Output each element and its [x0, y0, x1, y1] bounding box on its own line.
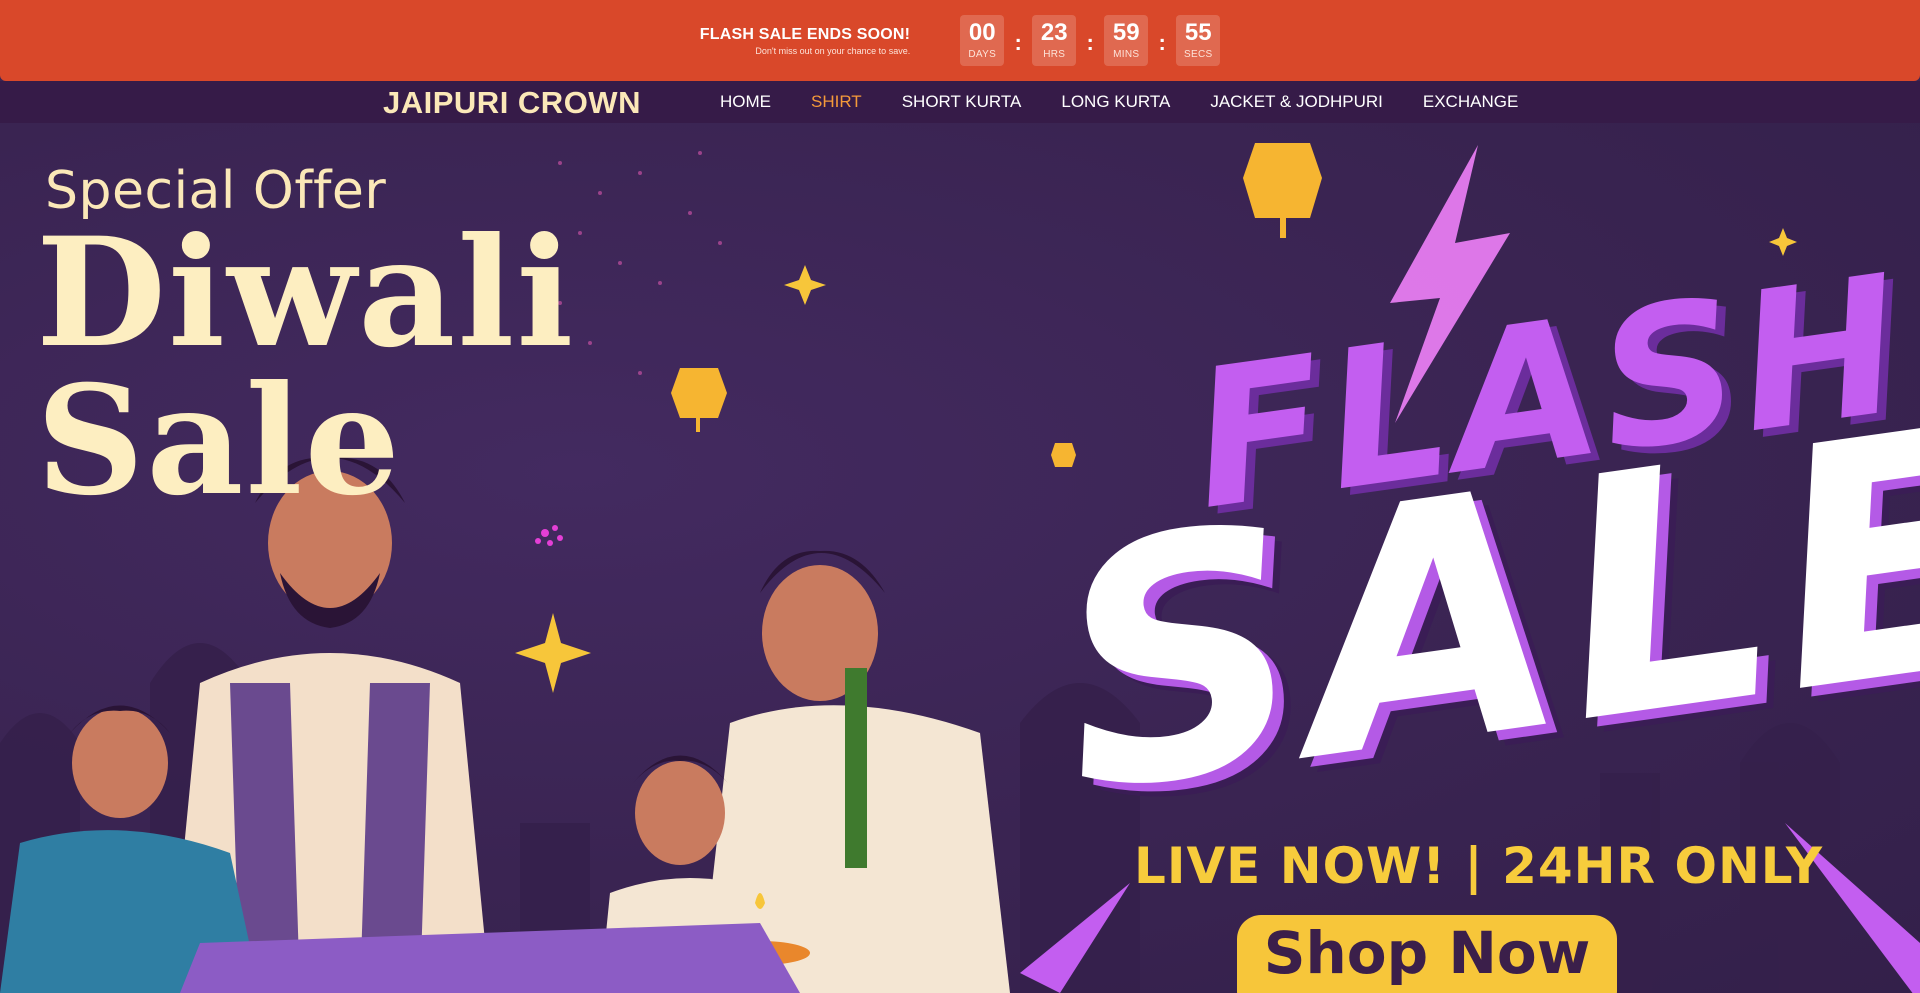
- nav-menu: HOME SHIRT SHORT KURTA LONG KURTA JACKET…: [720, 92, 1558, 112]
- countdown-days-value: 00: [968, 19, 996, 46]
- live-now-tagline: LIVE NOW! | 24HR ONLY: [1134, 837, 1824, 895]
- shop-now-button[interactable]: Shop Now: [1237, 915, 1617, 993]
- countdown-separator: :: [1086, 29, 1094, 55]
- nav-item-jacket-jodhpuri[interactable]: JACKET & JODHPURI: [1210, 92, 1383, 112]
- promo-text: FLASH SALE ENDS SOON! Don't miss out on …: [700, 26, 910, 56]
- countdown-hours: 23 HRS: [1032, 15, 1077, 66]
- countdown-minutes-label: MINS: [1113, 49, 1140, 60]
- nav-item-short-kurta[interactable]: SHORT KURTA: [902, 92, 1022, 112]
- countdown-seconds: 55 SECS: [1176, 15, 1221, 66]
- nav-item-exchange[interactable]: EXCHANGE: [1423, 92, 1518, 112]
- main-navigation: JAIPURI CROWN HOME SHIRT SHORT KURTA LON…: [0, 81, 1920, 123]
- promo-subtitle: Don't miss out on your chance to save.: [755, 45, 911, 56]
- countdown-minutes-value: 59: [1112, 19, 1140, 46]
- headline-line-1: Diwali: [36, 205, 576, 381]
- countdown-seconds-value: 55: [1184, 19, 1212, 46]
- countdown-separator: :: [1158, 29, 1166, 55]
- brand-logo[interactable]: JAIPURI CROWN: [383, 85, 641, 121]
- promo-title: FLASH SALE ENDS SOON!: [699, 25, 911, 43]
- countdown-hours-label: HRS: [1043, 49, 1066, 60]
- countdown-days: 00 DAYS: [960, 15, 1005, 66]
- nav-item-shirt[interactable]: SHIRT: [811, 92, 862, 112]
- countdown-minutes: 59 MINS: [1104, 15, 1149, 66]
- countdown-separator: :: [1014, 29, 1022, 55]
- diwali-sale-headline: Diwali Sale: [36, 205, 576, 529]
- countdown-timer: 00 DAYS : 23 HRS : 59 MINS : 55 SECS: [960, 15, 1221, 66]
- countdown-seconds-label: SECS: [1184, 49, 1213, 60]
- countdown-days-label: DAYS: [968, 49, 997, 60]
- nav-item-home[interactable]: HOME: [720, 92, 771, 112]
- headline-line-2: Sale: [36, 353, 402, 529]
- nav-item-long-kurta[interactable]: LONG KURTA: [1061, 92, 1170, 112]
- countdown-hours-value: 23: [1040, 19, 1068, 46]
- hero-banner[interactable]: Special Offer Diwali Sale FLASH SALE LIV…: [0, 123, 1920, 993]
- flash-sale-announcement-bar: FLASH SALE ENDS SOON! Don't miss out on …: [0, 0, 1920, 81]
